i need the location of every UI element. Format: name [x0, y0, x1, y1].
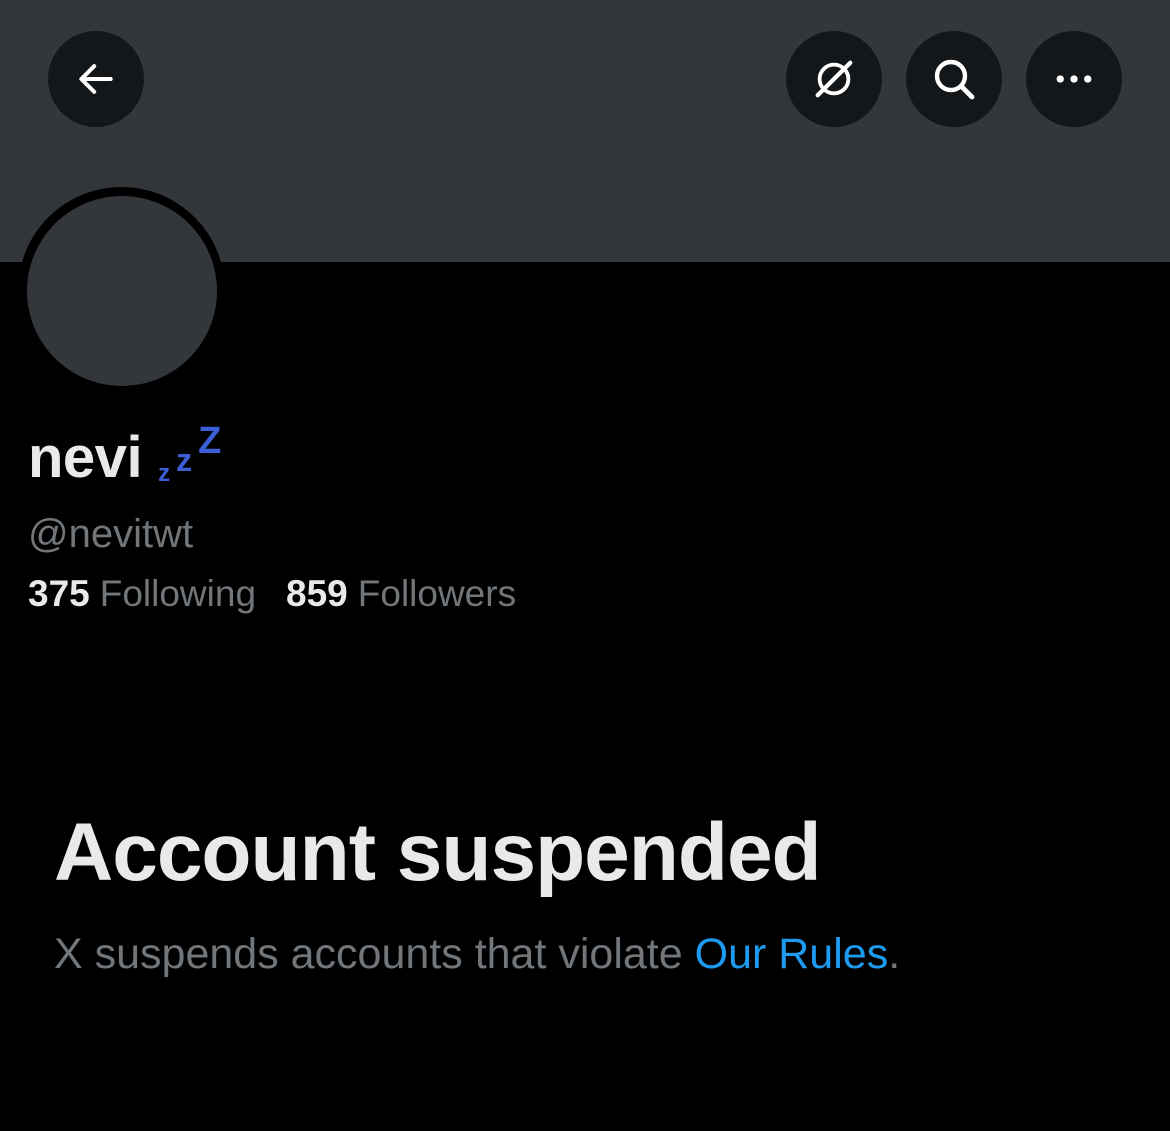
suspension-title: Account suspended: [54, 807, 822, 898]
suspension-message-text: X suspends accounts that violate: [54, 930, 695, 978]
suspension-message: X suspends accounts that violate Our Rul…: [54, 928, 900, 980]
display-name: nevi: [28, 425, 143, 490]
back-button[interactable]: [48, 31, 144, 127]
grok-button[interactable]: [786, 31, 882, 127]
following-label: Following: [99, 573, 257, 614]
search-button[interactable]: [906, 31, 1002, 127]
followers-count: 859: [286, 573, 348, 614]
following-count: 375: [28, 573, 90, 614]
sleeping-zzz-icon: zzZ: [158, 420, 222, 487]
followers-link[interactable]: 859 Followers: [286, 572, 516, 616]
our-rules-link[interactable]: Our Rules: [695, 930, 889, 978]
following-link[interactable]: 375 Following: [28, 572, 256, 616]
avatar-frame: [18, 187, 225, 394]
suspension-message-period: .: [888, 930, 901, 978]
more-options-button[interactable]: [1026, 31, 1122, 127]
name-row: nevi zzZ: [28, 420, 228, 490]
followers-label: Followers: [357, 573, 517, 614]
grok-icon: [815, 60, 853, 98]
follow-stats: 375 Following 859 Followers: [28, 572, 516, 616]
arrow-left-icon: [79, 64, 113, 94]
user-handle: @nevitwt: [28, 512, 194, 556]
more-horizontal-icon: [1056, 75, 1092, 83]
avatar[interactable]: [26, 195, 217, 386]
search-icon: [934, 59, 975, 100]
